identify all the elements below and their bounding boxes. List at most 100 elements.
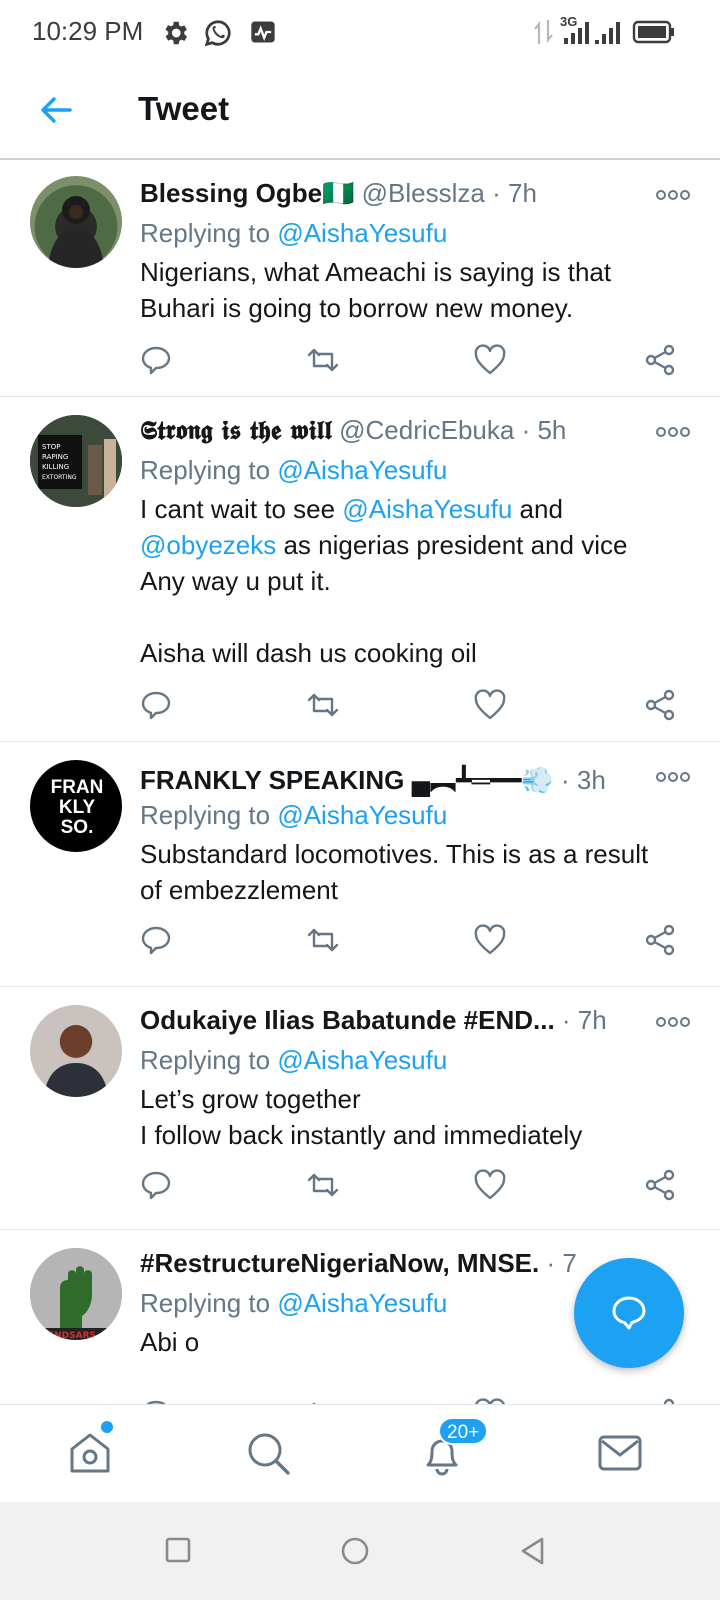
- like-heart-icon[interactable]: [472, 342, 508, 378]
- notifications-badge: 20+: [438, 1417, 489, 1445]
- author-name[interactable]: FRANKLY SPEAKING ▄︻┻═━━💨: [140, 765, 554, 795]
- avatar-logo-text: FRAN: [50, 777, 104, 798]
- activity-app-icon: [251, 21, 275, 43]
- share-icon[interactable]: [642, 1167, 678, 1203]
- retweet-icon[interactable]: [305, 922, 341, 958]
- avatar[interactable]: STOP RAPING KILLING EXTORTING: [30, 415, 122, 507]
- tweet-text-line: Nigerians, what Ameachi is saying is tha…: [140, 257, 612, 287]
- svg-text:KILLING: KILLING: [42, 463, 69, 471]
- reply-icon[interactable]: [138, 1396, 174, 1404]
- status-time: 10:29 PM: [32, 16, 144, 46]
- tweet-text-line: Substandard locomotives. This is as a re…: [140, 839, 649, 869]
- mention-link[interactable]: @AishaYesufu: [342, 494, 512, 524]
- avatar[interactable]: [30, 176, 122, 268]
- battery-icon: [632, 20, 674, 44]
- like-heart-icon[interactable]: [472, 922, 508, 958]
- more-options-icon[interactable]: [656, 426, 690, 438]
- tweet-actions: [0, 687, 720, 727]
- like-heart-icon[interactable]: [472, 1167, 508, 1203]
- more-options-icon[interactable]: [656, 1016, 690, 1028]
- home-icon[interactable]: [64, 1427, 116, 1479]
- author-name[interactable]: Odukaiye Ilias Babatunde #END...: [140, 1005, 555, 1035]
- share-icon[interactable]: [642, 922, 678, 958]
- signal-strength-icon: [564, 22, 620, 44]
- back-triangle-icon[interactable]: [518, 1536, 548, 1566]
- bottom-navigation: 20+: [0, 1404, 720, 1502]
- more-options-icon[interactable]: [656, 189, 690, 201]
- tweet-actions: [0, 342, 720, 382]
- retweet-icon[interactable]: [305, 1167, 341, 1203]
- tweet-text-line: I cant wait to see @AishaYesufu and: [140, 491, 700, 527]
- replying-to-mention[interactable]: @AishaYesufu: [277, 800, 447, 830]
- tweet-text-line: Let’s grow together: [140, 1084, 361, 1114]
- retweet-icon[interactable]: [305, 687, 341, 723]
- svg-text:ENDSARS: ENDSARS: [48, 1331, 96, 1340]
- tweet-text-line: I follow back instantly and immediately: [140, 1120, 583, 1150]
- tweet-time: · 5h: [521, 415, 567, 445]
- tweet-text-line: Any way u put it.: [140, 566, 331, 596]
- like-heart-icon[interactable]: [472, 687, 508, 723]
- replying-to-mention[interactable]: @AishaYesufu: [277, 218, 447, 248]
- recents-square-icon[interactable]: [164, 1536, 192, 1564]
- tweet-time: · 7h: [492, 178, 537, 208]
- messages-envelope-icon[interactable]: [594, 1427, 646, 1479]
- tweet-item[interactable]: FRAN KLY SO. FRANKLY SPEAKING ▄︻┻═━━💨 · …: [0, 742, 720, 987]
- share-icon[interactable]: [642, 1396, 678, 1404]
- whatsapp-icon: [204, 20, 231, 47]
- replying-to: Replying to @AishaYesufu: [140, 1288, 447, 1319]
- replying-to-prefix: Replying to: [140, 218, 271, 248]
- tweet-text: Substandard locomotives. This is as a re…: [140, 836, 700, 908]
- svg-text:EXTORTING: EXTORTING: [42, 474, 77, 481]
- avatar[interactable]: [30, 1005, 122, 1097]
- settings-gear-icon: [165, 21, 187, 45]
- mention-link[interactable]: @obyezeks: [140, 530, 276, 560]
- replying-to-prefix: Replying to: [140, 1045, 271, 1075]
- avatar[interactable]: FRAN KLY SO.: [30, 760, 122, 852]
- author-handle[interactable]: @CedricEbuka: [339, 415, 514, 445]
- share-icon[interactable]: [642, 687, 678, 723]
- tweet-time: · 7: [546, 1248, 577, 1278]
- tweet-text-line: Buhari is going to borrow new money.: [140, 293, 574, 323]
- author-name[interactable]: 𝕾𝖙𝖗𝖔𝖓𝖌 𝖎𝖘 𝖙𝖍𝖊 𝖜𝖎𝖑𝖑: [140, 416, 332, 446]
- tweet-actions: [0, 1167, 720, 1207]
- system-navigation-bar: [0, 1502, 720, 1600]
- author-name[interactable]: #RestructureNigeriaNow, MNSE.: [140, 1248, 539, 1278]
- replying-to-mention[interactable]: @AishaYesufu: [277, 1288, 447, 1318]
- replying-to: Replying to @AishaYesufu: [140, 1045, 447, 1076]
- reply-icon[interactable]: [138, 687, 174, 723]
- svg-text:RAPING: RAPING: [42, 453, 68, 461]
- tweet-text-line: Aisha will dash us cooking oil: [140, 638, 477, 668]
- back-arrow-icon[interactable]: [36, 90, 76, 130]
- tweet-actions: [0, 922, 720, 962]
- share-icon[interactable]: [642, 342, 678, 378]
- tweet-text: Let’s grow together I follow back instan…: [140, 1081, 700, 1153]
- home-circle-icon[interactable]: [340, 1536, 370, 1566]
- more-options-icon[interactable]: [656, 771, 690, 783]
- tweet-item[interactable]: Blessing Ogbe🇳🇬 @Blesslza · 7h Replying …: [0, 160, 720, 397]
- author-handle[interactable]: @Blesslza: [362, 178, 485, 208]
- search-icon[interactable]: [242, 1427, 294, 1479]
- avatar[interactable]: ENDSARS: [30, 1248, 122, 1340]
- author-name[interactable]: Blessing Ogbe🇳🇬: [140, 178, 354, 208]
- replying-to-mention[interactable]: @AishaYesufu: [277, 455, 447, 485]
- replying-to-mention[interactable]: @AishaYesufu: [277, 1045, 447, 1075]
- page-title: Tweet: [138, 90, 230, 127]
- replying-to: Replying to @AishaYesufu: [140, 800, 447, 831]
- tweet-item[interactable]: Odukaiye Ilias Babatunde #END... · 7h Re…: [0, 987, 720, 1230]
- retweet-icon[interactable]: [305, 1396, 341, 1404]
- reply-icon[interactable]: [138, 922, 174, 958]
- reply-icon[interactable]: [138, 342, 174, 378]
- tweet-text-line: @obyezeks as nigerias president and vice: [140, 527, 700, 563]
- compose-reply-button[interactable]: [574, 1258, 684, 1368]
- tweet-time: · 3h: [561, 765, 606, 795]
- avatar-logo-text: KLY: [58, 797, 96, 818]
- reply-icon[interactable]: [138, 1167, 174, 1203]
- text-span: as nigerias president and vice: [276, 530, 628, 560]
- tweet-time: · 7h: [561, 1005, 607, 1035]
- reply-feed[interactable]: Blessing Ogbe🇳🇬 @Blesslza · 7h Replying …: [0, 160, 720, 1404]
- like-heart-icon[interactable]: [472, 1396, 508, 1404]
- retweet-icon[interactable]: [305, 342, 341, 378]
- replying-to: Replying to @AishaYesufu: [140, 455, 447, 486]
- reply-bubble-icon: [612, 1296, 646, 1330]
- tweet-item[interactable]: STOP RAPING KILLING EXTORTING 𝕾𝖙𝖗𝖔𝖓𝖌 𝖎𝖘 𝖙𝖍𝖊…: [0, 397, 720, 742]
